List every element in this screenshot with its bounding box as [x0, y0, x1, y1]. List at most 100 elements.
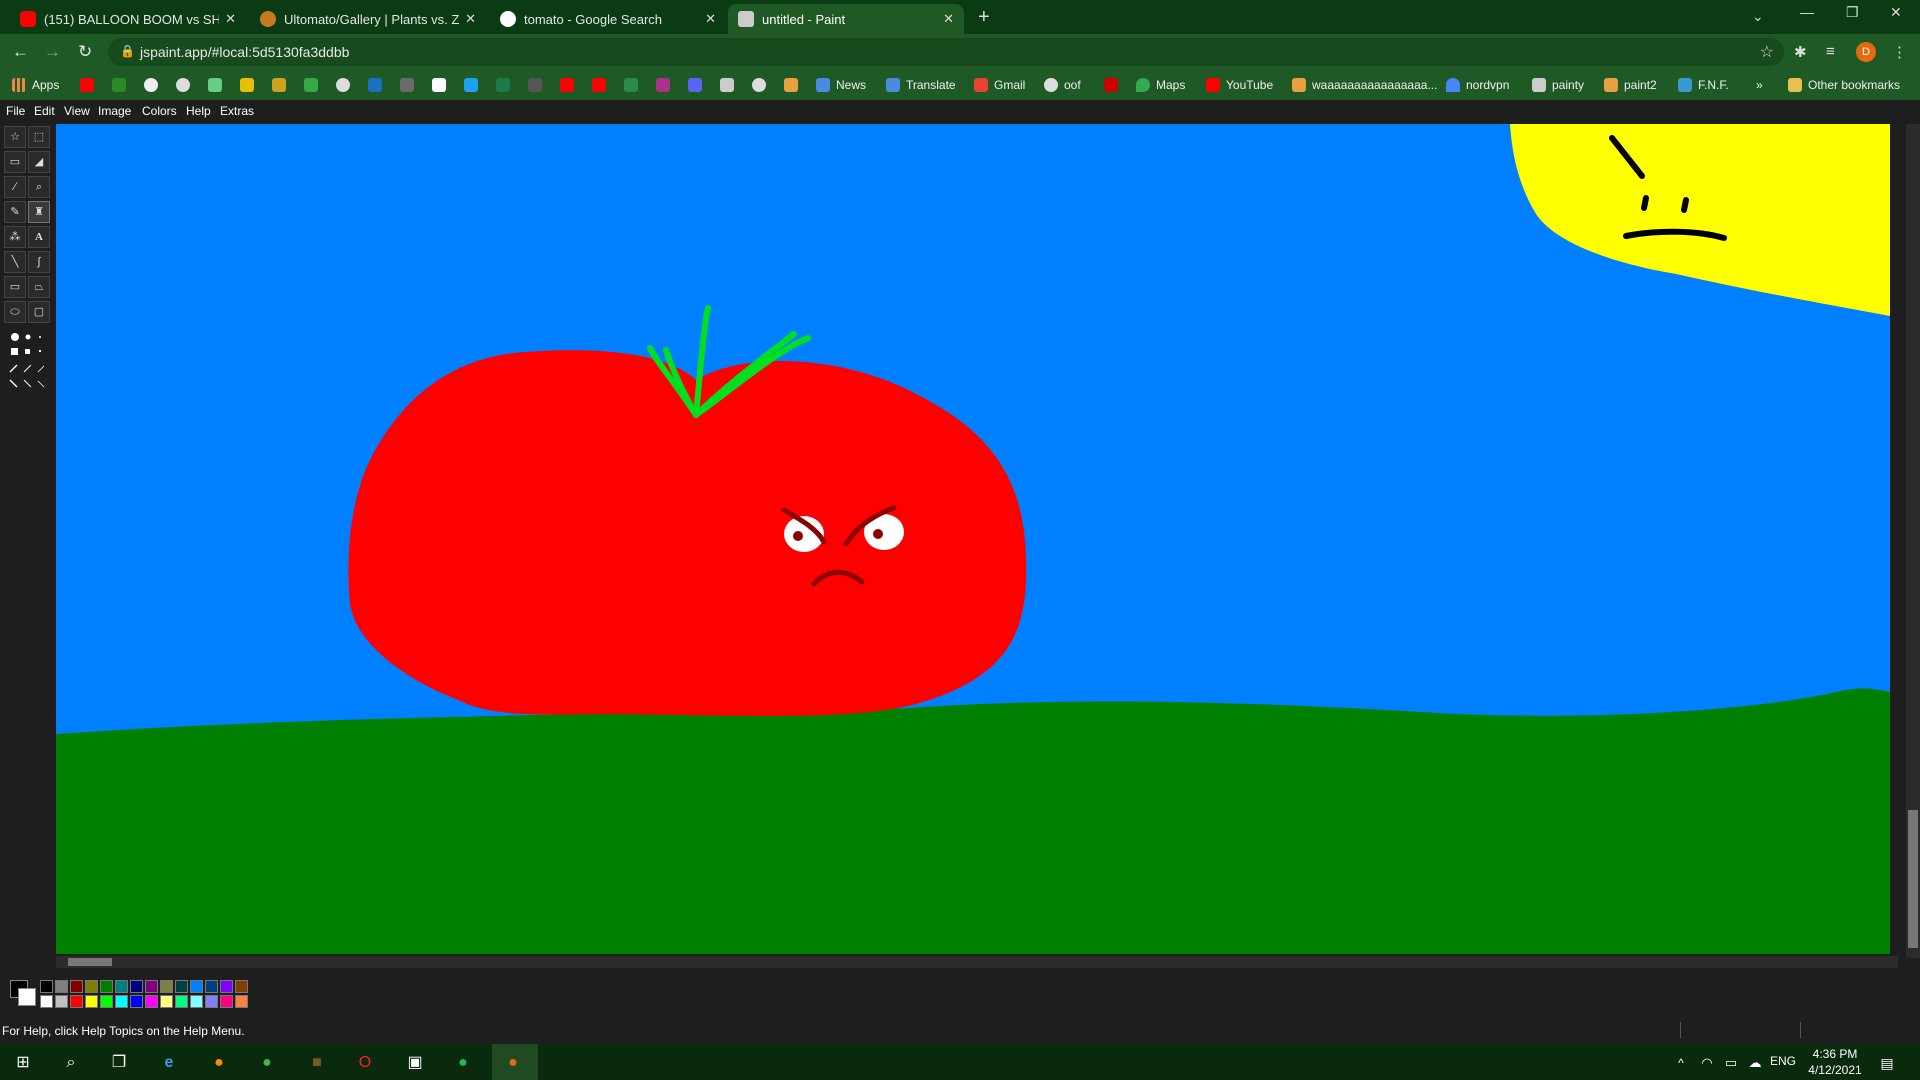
bookmark-waaa[interactable]: waaaaaaaaaaaaaaaa... [1292, 70, 1437, 100]
bookmarks-overflow-button[interactable]: » [1756, 70, 1763, 100]
palette-color-swatch[interactable] [235, 980, 248, 993]
opera-icon[interactable]: O [354, 1052, 376, 1074]
search-icon[interactable]: ⌕ [60, 1052, 82, 1074]
menu-file[interactable]: File [6, 104, 25, 118]
drawing-canvas[interactable] [56, 124, 1890, 954]
bookmark-icon[interactable] [368, 78, 382, 92]
palette-color-swatch[interactable] [205, 995, 218, 1008]
task-view-icon[interactable]: ❐ [108, 1052, 130, 1074]
canvas-horizontal-scrollbar[interactable] [56, 956, 1898, 968]
palette-color-swatch[interactable] [220, 995, 233, 1008]
select-tool-icon[interactable]: ⬚ [28, 126, 50, 148]
forward-button[interactable]: → [44, 42, 61, 62]
palette-color-swatch[interactable] [145, 995, 158, 1008]
close-tab-icon[interactable]: ✕ [465, 11, 476, 27]
wifi-icon[interactable]: ◠ [1696, 1052, 1718, 1074]
browser-tab[interactable]: (151) BALLOON BOOM vs SHADOW ✕ [10, 4, 246, 34]
firefox-icon[interactable]: ● [208, 1052, 230, 1074]
menu-image[interactable]: Image [98, 104, 131, 118]
bookmark-icon[interactable] [656, 78, 670, 92]
menu-colors[interactable]: Colors [142, 104, 177, 118]
menu-extras[interactable]: Extras [220, 104, 254, 118]
globe-icon[interactable] [336, 78, 350, 92]
bookmark-news[interactable]: News [816, 70, 866, 100]
palette-color-swatch[interactable] [130, 980, 143, 993]
youtube-icon[interactable] [80, 78, 94, 92]
minimize-button[interactable]: — [1800, 4, 1814, 20]
palette-color-swatch[interactable] [70, 980, 83, 993]
browser-tab[interactable]: tomato - Google Search ✕ [490, 4, 726, 34]
palette-color-swatch[interactable] [115, 980, 128, 993]
palette-color-swatch[interactable] [55, 995, 68, 1008]
image-icon[interactable] [240, 78, 254, 92]
discord-icon[interactable] [688, 78, 702, 92]
secondary-color-swatch[interactable] [18, 988, 36, 1006]
bookmark-paint2[interactable]: paint2 [1604, 70, 1657, 100]
close-window-button[interactable]: ✕ [1890, 4, 1902, 21]
bookmark-icon[interactable] [624, 78, 638, 92]
pencil-icon[interactable] [272, 78, 286, 92]
minecraft-icon[interactable]: ■ [306, 1052, 328, 1074]
scroll-thumb[interactable] [1908, 810, 1918, 948]
edge-icon[interactable]: e [158, 1052, 180, 1074]
palette-color-swatch[interactable] [40, 995, 53, 1008]
palette-color-swatch[interactable] [40, 980, 53, 993]
notifications-icon[interactable]: ▤ [1876, 1052, 1898, 1074]
current-colors[interactable] [8, 978, 36, 1006]
color-picker-tool-icon[interactable]: ∕ [4, 176, 26, 198]
palette-color-swatch[interactable] [100, 995, 113, 1008]
menu-edit[interactable]: Edit [34, 104, 55, 118]
bookmark-maps[interactable]: Maps [1136, 70, 1185, 100]
palette-color-swatch[interactable] [205, 980, 218, 993]
onedrive-icon[interactable]: ☁ [1744, 1052, 1766, 1074]
bookmark-translate[interactable]: Translate [886, 70, 956, 100]
back-button[interactable]: ← [12, 42, 29, 62]
address-bar[interactable]: 🔒 jspaint.app/#local:5d5130fa3ddbb ☆ [108, 38, 1784, 66]
ellipse-tool-icon[interactable]: ⬭ [4, 301, 26, 323]
chrome-menu-icon[interactable]: ⋮ [1892, 43, 1907, 61]
heart-icon[interactable] [496, 78, 510, 92]
pencil-tool-icon[interactable]: ✎ [4, 201, 26, 223]
menu-view[interactable]: View [64, 104, 90, 118]
palette-color-swatch[interactable] [175, 995, 188, 1008]
palette-color-swatch[interactable] [85, 980, 98, 993]
menu-help[interactable]: Help [186, 104, 211, 118]
other-bookmarks[interactable]: Other bookmarks [1788, 70, 1900, 100]
youtube-icon[interactable] [560, 78, 574, 92]
browser-tab[interactable]: Ultomato/Gallery | Plants vs. Zombies ✕ [250, 4, 486, 34]
bookmark-icon[interactable] [208, 78, 222, 92]
system-clock[interactable]: 4:36 PM 4/12/2021 [1800, 1046, 1870, 1078]
bookmark-apps[interactable]: Apps [12, 70, 59, 100]
brush-tool-icon[interactable]: ♜ [28, 201, 50, 223]
rounded-rectangle-tool-icon[interactable]: ▢ [28, 301, 50, 323]
bookmark-fnf[interactable]: F.N.F. [1678, 70, 1729, 100]
globe-icon[interactable] [752, 78, 766, 92]
browser-tab-active[interactable]: untitled - Paint ✕ [728, 4, 964, 34]
tab-search-icon[interactable]: ⌄ [1752, 8, 1764, 25]
close-tab-icon[interactable]: ✕ [705, 11, 716, 27]
palette-color-swatch[interactable] [100, 980, 113, 993]
close-tab-icon[interactable]: ✕ [943, 11, 954, 27]
youtube-icon[interactable] [592, 78, 606, 92]
chrome-profile-icon[interactable]: ● [502, 1052, 524, 1074]
palette-color-swatch[interactable] [115, 995, 128, 1008]
canvas-area[interactable] [56, 124, 1898, 966]
rectangle-tool-icon[interactable]: ▭ [4, 276, 26, 298]
new-tab-button[interactable]: + [978, 6, 990, 29]
line-tool-icon[interactable]: ╲ [4, 251, 26, 273]
bookmark-icon[interactable] [1104, 78, 1118, 92]
palette-color-swatch[interactable] [55, 980, 68, 993]
free-select-tool-icon[interactable]: ☆ [4, 126, 26, 148]
palette-color-swatch[interactable] [190, 995, 203, 1008]
palette-color-swatch[interactable] [160, 995, 173, 1008]
amazon-icon[interactable] [432, 78, 446, 92]
media-control-icon[interactable]: ≡ [1826, 43, 1835, 60]
globe-icon[interactable] [144, 78, 158, 92]
text-tool-icon[interactable]: A [28, 226, 50, 248]
airbrush-tool-icon[interactable]: ⁂ [4, 226, 26, 248]
show-hidden-icons[interactable]: ^ [1670, 1052, 1692, 1074]
extensions-icon[interactable]: ✱ [1794, 43, 1807, 61]
bookmark-icon[interactable] [720, 78, 734, 92]
palette-color-swatch[interactable] [220, 980, 233, 993]
magnifier-tool-icon[interactable]: ⌕ [28, 176, 50, 198]
